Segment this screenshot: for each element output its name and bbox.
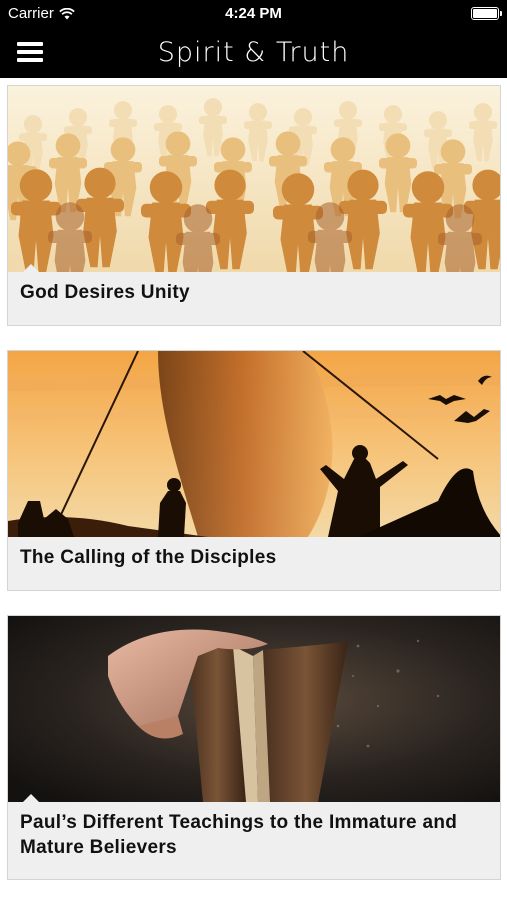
article-card-god-desires-unity[interactable]: God Desires Unity <box>7 85 501 326</box>
hamburger-menu-icon[interactable] <box>17 42 43 64</box>
article-card-calling-of-disciples[interactable]: The Calling of the Disciples <box>7 350 501 591</box>
status-bar: Carrier 4:24 PM <box>0 0 507 28</box>
article-title: The Calling of the Disciples <box>20 547 277 568</box>
article-title: Paul’s Different Teachings to the Immatu… <box>20 812 458 858</box>
battery-icon <box>471 7 502 20</box>
article-image-old-book <box>8 616 500 802</box>
article-image-paper-people <box>8 86 500 272</box>
article-title: God Desires Unity <box>20 282 190 303</box>
status-time: 4:24 PM <box>225 5 282 22</box>
nav-bar: Spirit & Truth <box>0 28 507 78</box>
article-card-pauls-teachings[interactable]: Paul’s Different Teachings to the Immatu… <box>7 615 501 880</box>
article-image-sunset-boat <box>8 351 500 537</box>
caption-pointer <box>22 794 40 802</box>
app-title: Spirit & Truth <box>157 37 350 68</box>
caption-pointer <box>22 264 40 272</box>
